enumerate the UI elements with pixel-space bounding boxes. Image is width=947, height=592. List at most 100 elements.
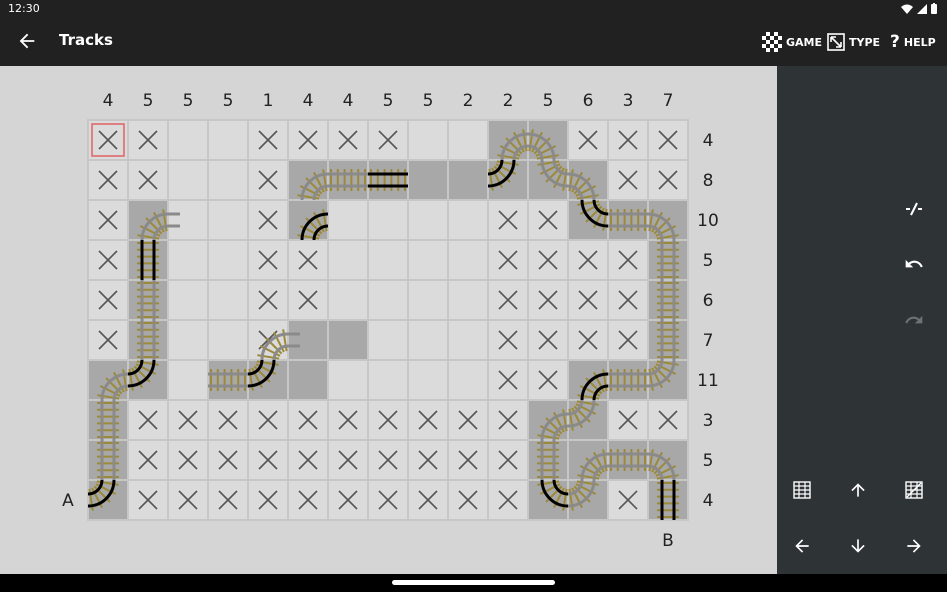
grid-cell[interactable] (329, 361, 367, 399)
back-arrow-icon[interactable] (16, 30, 38, 52)
grid-cell[interactable] (409, 241, 447, 279)
grid-cell[interactable] (569, 241, 607, 279)
grid-cell[interactable] (89, 321, 127, 359)
grid-cell[interactable] (329, 401, 367, 439)
game-button[interactable]: GAME (762, 31, 822, 53)
grid-cell[interactable] (529, 361, 567, 399)
grid-cell[interactable] (169, 241, 207, 279)
grid-cell[interactable] (489, 441, 527, 479)
grid-cell[interactable] (89, 241, 127, 279)
grid-cell[interactable] (169, 481, 207, 519)
grid-cell[interactable] (609, 201, 647, 239)
move-down-button[interactable] (844, 532, 872, 560)
grid-cell[interactable] (129, 321, 167, 359)
grid-cell[interactable] (489, 241, 527, 279)
grid-cell[interactable] (89, 161, 127, 199)
grid-cell[interactable] (529, 281, 567, 319)
grid-cell[interactable] (209, 201, 247, 239)
grid-cell[interactable] (609, 361, 647, 399)
grid-cell[interactable] (209, 241, 247, 279)
grid-cell[interactable] (649, 481, 687, 519)
grid-cell[interactable] (249, 161, 287, 199)
grid-cell[interactable] (289, 481, 327, 519)
help-button[interactable]: ? HELP (890, 31, 936, 53)
grid-cell[interactable] (609, 481, 647, 519)
grid-cell[interactable] (89, 401, 127, 439)
grid-cell[interactable] (489, 281, 527, 319)
grid-cell[interactable] (369, 321, 407, 359)
home-gesture-pill[interactable] (392, 580, 555, 585)
grid-cell[interactable] (649, 161, 687, 199)
grid-cell[interactable] (209, 321, 247, 359)
cross-row-button[interactable] (900, 476, 928, 504)
grid-cell[interactable] (409, 201, 447, 239)
grid-cell[interactable] (329, 161, 367, 199)
grid-cell[interactable] (209, 441, 247, 479)
grid-cell[interactable] (289, 401, 327, 439)
grid-cell[interactable] (609, 121, 647, 159)
grid-cell[interactable] (369, 281, 407, 319)
grid-cell[interactable] (249, 401, 287, 439)
grid-cell[interactable] (609, 281, 647, 319)
grid-cell[interactable] (169, 401, 207, 439)
grid-cell[interactable] (449, 441, 487, 479)
grid-cell[interactable] (169, 161, 207, 199)
grid-cell[interactable] (369, 201, 407, 239)
grid-cell[interactable] (89, 441, 127, 479)
grid-cell[interactable] (169, 441, 207, 479)
grid-cell[interactable] (369, 401, 407, 439)
grid-cell[interactable] (209, 361, 247, 399)
grid-cell[interactable] (329, 241, 367, 279)
grid-cell[interactable] (409, 441, 447, 479)
grid-cell[interactable] (129, 121, 167, 159)
grid-cell[interactable] (449, 481, 487, 519)
grid-cell[interactable] (649, 281, 687, 319)
grid-cell[interactable] (89, 121, 127, 159)
grid-cell[interactable] (329, 321, 367, 359)
grid-cell[interactable] (649, 401, 687, 439)
grid-cell[interactable] (449, 281, 487, 319)
grid-cell[interactable] (89, 281, 127, 319)
grid-cell[interactable] (449, 241, 487, 279)
grid-cell[interactable] (249, 481, 287, 519)
grid-cell[interactable] (169, 321, 207, 359)
grid-cell[interactable] (609, 161, 647, 199)
grid-cell[interactable] (209, 281, 247, 319)
move-up-button[interactable] (844, 476, 872, 504)
grid-cell[interactable] (369, 361, 407, 399)
move-left-button[interactable] (788, 532, 816, 560)
grid-cell[interactable] (409, 361, 447, 399)
grid-cell[interactable] (489, 481, 527, 519)
grid-cell[interactable] (569, 121, 607, 159)
grid-cell[interactable] (409, 161, 447, 199)
grid-cell[interactable] (329, 281, 367, 319)
redo-button[interactable] (900, 306, 928, 334)
grid-cell[interactable] (649, 121, 687, 159)
grid-cell[interactable] (449, 361, 487, 399)
grid-cell[interactable] (89, 201, 127, 239)
type-button[interactable]: TYPE (827, 31, 880, 53)
grid-cell[interactable] (289, 281, 327, 319)
grid-cell[interactable] (489, 361, 527, 399)
grid-cell[interactable] (289, 121, 327, 159)
grid-cell[interactable] (529, 241, 567, 279)
grid-cell[interactable] (329, 121, 367, 159)
grid-cell[interactable] (249, 241, 287, 279)
grid-cell[interactable] (569, 321, 607, 359)
grid-cell[interactable] (129, 241, 167, 279)
grid-cell[interactable] (569, 281, 607, 319)
grid-cell[interactable] (649, 241, 687, 279)
grid-cell[interactable] (609, 241, 647, 279)
grid-cell[interactable] (449, 161, 487, 199)
grid-cell[interactable] (129, 161, 167, 199)
grid-cell[interactable] (369, 121, 407, 159)
grid-cell[interactable] (409, 321, 447, 359)
grid-cell[interactable] (489, 321, 527, 359)
grid-cell[interactable] (609, 401, 647, 439)
grid-cell[interactable] (329, 201, 367, 239)
grid-cell[interactable] (409, 121, 447, 159)
grid-cell[interactable] (529, 201, 567, 239)
grid-cell[interactable] (409, 481, 447, 519)
grid-cell[interactable] (289, 321, 327, 359)
grid-cell[interactable] (289, 361, 327, 399)
